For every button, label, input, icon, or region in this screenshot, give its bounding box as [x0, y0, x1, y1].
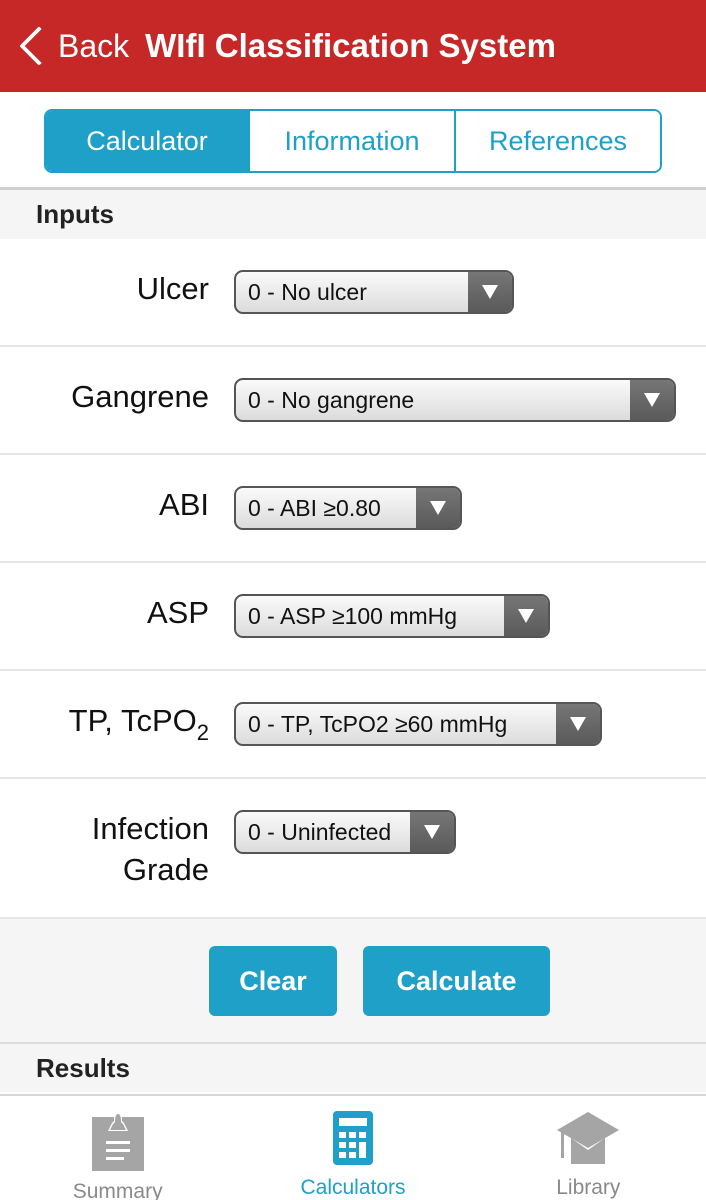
tp-tcpo2-select-value: 0 - TP, TcPO2 ≥60 mmHg: [248, 710, 508, 737]
tp-tcpo2-row: TP, TcPO2 0 - TP, TcPO2 ≥60 mmHg: [0, 671, 706, 779]
abi-label: ABI: [159, 487, 209, 522]
inputs-section-header: Inputs: [0, 190, 706, 239]
infection-grade-label-line2: Grade: [122, 852, 209, 887]
dropdown-arrow-icon: [556, 704, 600, 744]
ulcer-select-value: 0 - No ulcer: [248, 278, 367, 305]
tp-tcpo2-label: TP, TcPO2: [68, 700, 209, 744]
segmented-control: Calculator Information References: [44, 109, 662, 173]
tp-tcpo2-select[interactable]: 0 - TP, TcPO2 ≥60 mmHg: [234, 702, 602, 746]
gangrene-label: Gangrene: [71, 379, 209, 414]
back-label: Back: [58, 27, 130, 64]
clear-button[interactable]: Clear: [209, 946, 337, 1016]
asp-select-value: 0 - ASP ≥100 mmHg: [248, 602, 458, 629]
ulcer-select[interactable]: 0 - No ulcer: [234, 270, 514, 314]
tab-calculator[interactable]: Calculator: [46, 111, 248, 171]
dropdown-arrow-icon: [630, 380, 674, 420]
gangrene-select-value: 0 - No gangrene: [248, 386, 415, 413]
tab-calculators-label: Calculators: [300, 1176, 406, 1199]
gangrene-row: Gangrene 0 - No gangrene: [0, 347, 706, 455]
infection-grade-select-value: 0 - Uninfected: [248, 818, 392, 845]
tab-information[interactable]: Information: [248, 111, 454, 171]
tab-calculators[interactable]: Calculators: [235, 1096, 470, 1200]
page-title: WIfI Classification System: [145, 27, 556, 64]
dropdown-arrow-icon: [468, 272, 512, 312]
dropdown-arrow-icon: [504, 596, 548, 636]
tab-summary[interactable]: Summary: [0, 1096, 235, 1200]
tab-library-label: Library: [556, 1176, 621, 1199]
asp-row: ASP 0 - ASP ≥100 mmHg: [0, 563, 706, 671]
abi-row: ABI 0 - ABI ≥0.80: [0, 455, 706, 563]
abi-select-value: 0 - ABI ≥0.80: [248, 494, 381, 521]
chevron-left-icon: [16, 24, 46, 68]
dropdown-arrow-icon: [416, 488, 460, 528]
nav-bar: Back WIfI Classification System: [0, 0, 706, 92]
tab-library[interactable]: Library: [471, 1096, 706, 1200]
calculate-button[interactable]: Calculate: [363, 946, 550, 1016]
calculator-icon: [332, 1110, 374, 1166]
graduation-cap-icon: [555, 1110, 621, 1166]
tab-references[interactable]: References: [454, 111, 660, 171]
tab-summary-label: Summary: [72, 1180, 163, 1200]
tp-tcpo2-label-subscript: 2: [196, 720, 209, 745]
actions-area: Clear Calculate: [0, 919, 706, 1042]
infection-grade-label-line1: Infection: [91, 811, 209, 846]
infection-grade-row: Infection Grade 0 - Uninfected: [0, 779, 706, 919]
ulcer-label: Ulcer: [136, 271, 209, 306]
infection-grade-select[interactable]: 0 - Uninfected: [234, 810, 456, 854]
asp-label: ASP: [146, 595, 209, 630]
tp-tcpo2-label-main: TP, TcPO: [68, 703, 197, 738]
tab-bar: Summary Calculators Library: [0, 1094, 706, 1200]
dropdown-arrow-icon: [410, 812, 454, 852]
results-section-header: Results: [0, 1042, 706, 1092]
ulcer-row: Ulcer 0 - No ulcer: [0, 239, 706, 347]
clipboard-icon: [90, 1110, 146, 1171]
infection-grade-label: Infection Grade: [92, 808, 209, 890]
abi-select[interactable]: 0 - ABI ≥0.80: [234, 486, 462, 530]
gangrene-select[interactable]: 0 - No gangrene: [234, 378, 676, 422]
asp-select[interactable]: 0 - ASP ≥100 mmHg: [234, 594, 550, 638]
back-button[interactable]: Back: [16, 24, 129, 68]
